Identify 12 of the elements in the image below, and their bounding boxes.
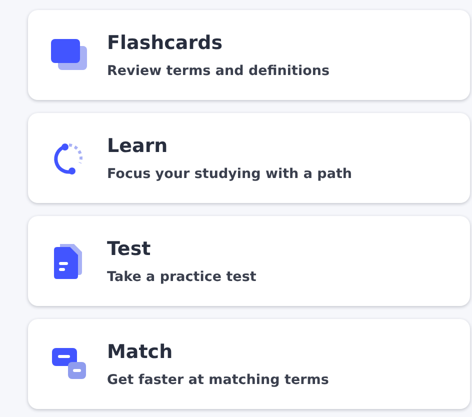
mode-title: Learn [107, 134, 169, 156]
mode-card[interactable]: Test Take a practice test [28, 216, 470, 306]
mode-description: Get faster at matching terms [107, 372, 329, 388]
mode-description: Take a practice test [107, 268, 256, 284]
mode-card[interactable]: Flashcards Review terms and definitions [28, 10, 470, 100]
mode-card[interactable]: Learn Focus your studying with a path [28, 113, 470, 203]
mode-title: Flashcards [107, 32, 224, 54]
mode-card[interactable]: Match Get faster at matching terms [28, 319, 470, 409]
mode-title: Test [107, 238, 152, 260]
mode-description: Review terms and definitions [107, 62, 330, 78]
mode-description: Focus your studying with a path [107, 166, 352, 182]
mode-title: Match [107, 340, 174, 362]
